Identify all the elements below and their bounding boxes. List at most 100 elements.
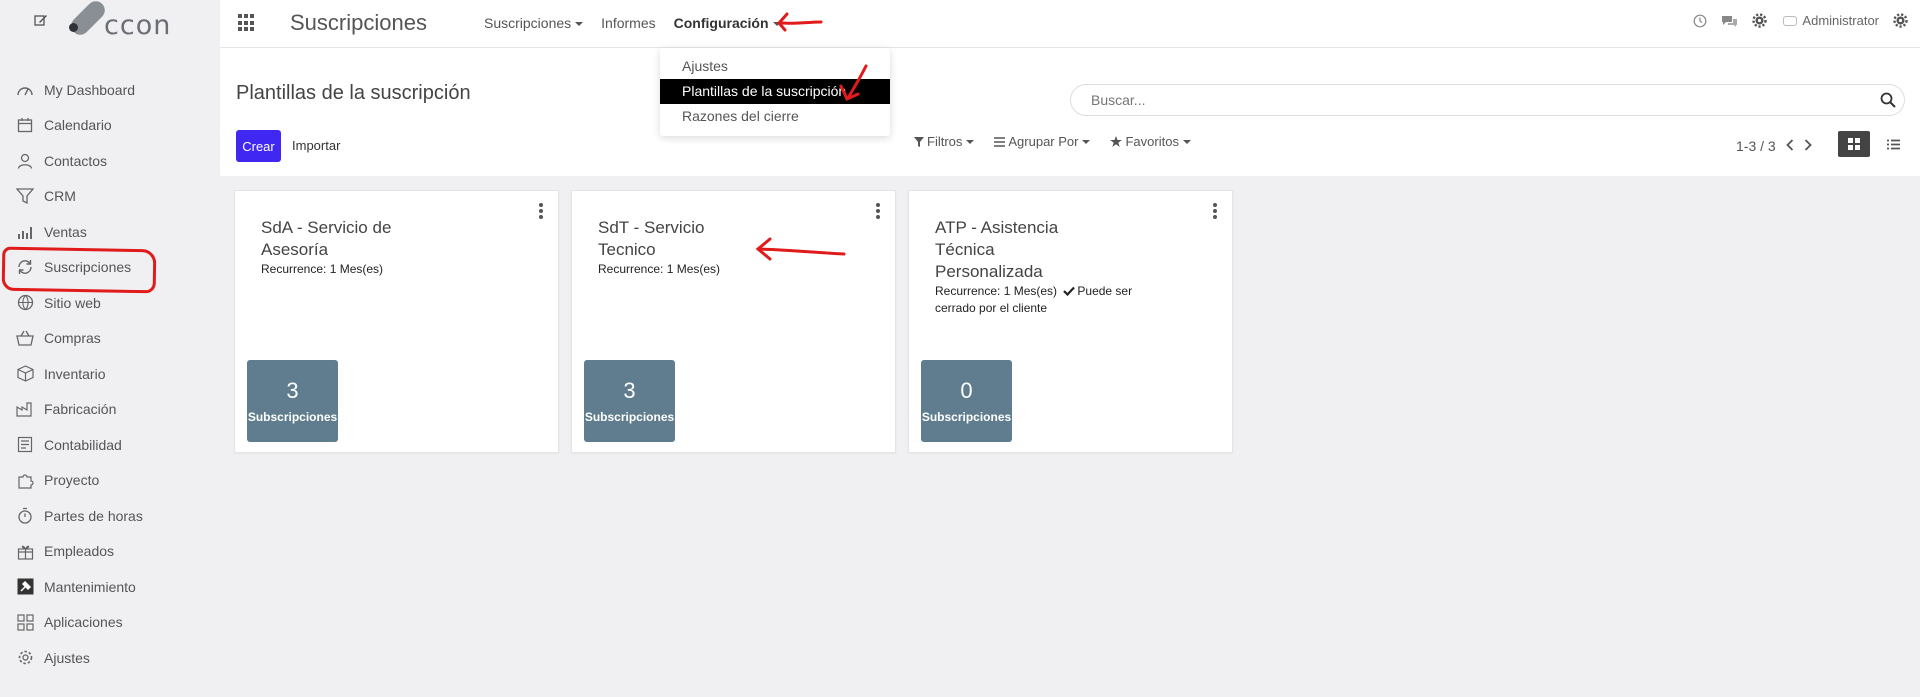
search-input[interactable] [1091, 86, 1851, 114]
search-icon[interactable] [1880, 92, 1896, 113]
globe-icon [14, 294, 36, 312]
kebab-menu-icon[interactable] [875, 203, 881, 219]
filters-toggle[interactable]: Filtros [914, 134, 975, 149]
kebab-menu-icon[interactable] [538, 203, 544, 219]
chevron-right-icon[interactable] [1804, 138, 1812, 154]
sidebar-item-suscripciones[interactable]: Suscripciones [0, 250, 220, 286]
app-title: Suscripciones [290, 10, 427, 35]
clock-icon[interactable] [1693, 14, 1707, 28]
groupby-label: Agrupar Por [1008, 134, 1079, 149]
import-button[interactable]: Importar [292, 130, 340, 162]
caret-down-icon [1182, 139, 1191, 144]
recurrence-text: Recurrence: 1 Mes(es) [935, 284, 1058, 298]
sidebar-item-contactos[interactable]: Contactos [0, 143, 220, 179]
filters-label: Filtros [927, 134, 963, 149]
star-icon [1110, 136, 1123, 147]
list-view-button[interactable] [1880, 131, 1906, 157]
count-value: 0 [960, 378, 973, 403]
dropdown-item-razones-cierre[interactable]: Razones del cierre [660, 104, 890, 129]
refresh-icon [14, 258, 36, 276]
sidebar-item-ventas[interactable]: Ventas [0, 214, 220, 250]
count-value: 3 [623, 378, 636, 403]
card-title: SdT - Servicio Tecnico [598, 218, 705, 259]
groupby-toggle[interactable]: Agrupar Por [994, 134, 1091, 149]
logo-text: ccon [104, 10, 172, 41]
card-recurrence: Recurrence: 1 Mes(es) Puede ser cerrado … [935, 283, 1135, 317]
sidebar-item-compras[interactable]: Compras [0, 321, 220, 357]
bars-icon [994, 136, 1006, 147]
sidebar-item-proyecto[interactable]: Proyecto [0, 463, 220, 499]
favorites-toggle[interactable]: Favoritos [1110, 134, 1191, 149]
subscriptions-count-button[interactable]: 0 Subscripciones [921, 360, 1012, 442]
sidebar-item-sitio-web[interactable]: Sitio web [0, 285, 220, 321]
edit-icon[interactable] [34, 13, 48, 30]
dashboard-icon [14, 81, 36, 99]
sidebar-item-partes-de-horas[interactable]: Partes de horas [0, 498, 220, 534]
box-icon [14, 365, 36, 383]
avatar [1783, 15, 1798, 26]
chat-icon[interactable] [1721, 14, 1738, 28]
kanban-view-button[interactable] [1838, 131, 1870, 157]
sidebar-item-crm[interactable]: CRM [0, 179, 220, 215]
caret-down-icon [772, 22, 781, 27]
sidebar-item-aplicaciones[interactable]: Aplicaciones [0, 605, 220, 641]
sidebar-item-fabricacion[interactable]: Fabricación [0, 392, 220, 428]
caret-down-icon [1082, 139, 1091, 144]
debug-gear-icon[interactable] [1893, 13, 1908, 28]
sidebar-item-label: Partes de horas [44, 507, 143, 524]
sidebar-item-label: CRM [44, 188, 76, 205]
create-button[interactable]: Crear [236, 130, 281, 162]
funnel-icon [14, 187, 36, 205]
user-menu[interactable]: Administrator [1783, 13, 1879, 28]
sidebar-item-label: Calendario [44, 117, 112, 134]
card-title: SdA - Servicio de Asesoría [261, 218, 392, 259]
count-label: Subscripciones [921, 410, 1012, 424]
sidebar-item-ajustes[interactable]: Ajustes [0, 640, 220, 676]
sidebar-item-empleados[interactable]: Empleados [0, 534, 220, 570]
count-value: 3 [286, 378, 299, 403]
menu-configuracion[interactable]: Configuración [674, 15, 781, 31]
menu-label: Configuración [673, 15, 769, 31]
user-name: Administrator [1802, 13, 1879, 28]
sidebar-item-label: Suscripciones [44, 259, 132, 276]
app-switcher-icon[interactable] [238, 14, 256, 32]
kanban-card[interactable]: SdT - Servicio Tecnico Recurrence: 1 Mes… [571, 190, 896, 453]
menu-informes[interactable]: Informes [601, 15, 655, 31]
puzzle-icon [14, 471, 36, 489]
user-icon [14, 152, 36, 170]
menu-label: Suscripciones [484, 15, 572, 31]
sidebar-item-mantenimiento[interactable]: Mantenimiento [0, 569, 220, 605]
pager-value[interactable]: 1-3 / 3 [1736, 138, 1776, 154]
sidebar-item-label: Aplicaciones [44, 614, 123, 631]
sidebar-item-label: Mantenimiento [44, 578, 136, 595]
chevron-left-icon[interactable] [1785, 138, 1794, 154]
apps-grid-icon [14, 613, 36, 631]
sidebar-item-label: Contactos [44, 152, 108, 169]
kanban-card[interactable]: SdA - Servicio de Asesoría Recurrence: 1… [234, 190, 559, 453]
menu-suscripciones[interactable]: Suscripciones [484, 15, 584, 31]
ledger-icon [14, 436, 36, 454]
factory-icon [14, 400, 36, 418]
subscriptions-count-button[interactable]: 3 Subscripciones [584, 360, 675, 442]
sidebar-item-contabilidad[interactable]: Contabilidad [0, 427, 220, 463]
sidebar-item-calendario[interactable]: Calendario [0, 108, 220, 144]
dropdown-item-ajustes[interactable]: Ajustes [660, 54, 890, 79]
card-title: ATP - Asistencia Técnica Personalizada [935, 218, 1059, 281]
kebab-menu-icon[interactable] [1212, 203, 1218, 219]
count-label: Subscripciones [584, 410, 675, 424]
dropdown-item-plantillas[interactable]: Plantillas de la suscripción [660, 79, 890, 104]
logo-dot-icon [69, 23, 78, 32]
sidebar-item-label: Contabilidad [44, 436, 122, 453]
sidebar-item-inventario[interactable]: Inventario [0, 356, 220, 392]
gift-icon [14, 542, 36, 560]
gear-icon [14, 649, 36, 667]
caret-down-icon [575, 22, 584, 27]
settings-gear-icon[interactable] [1752, 13, 1768, 28]
search-bar[interactable] [1070, 84, 1905, 116]
kanban-card[interactable]: ATP - Asistencia Técnica Personalizada R… [908, 190, 1233, 453]
caret-down-icon [966, 139, 975, 144]
sidebar-item-my-dashboard[interactable]: My Dashboard [0, 72, 220, 108]
logo[interactable]: ccon [34, 0, 174, 42]
sidebar-item-label: Sitio web [44, 294, 101, 311]
subscriptions-count-button[interactable]: 3 Subscripciones [247, 360, 338, 442]
